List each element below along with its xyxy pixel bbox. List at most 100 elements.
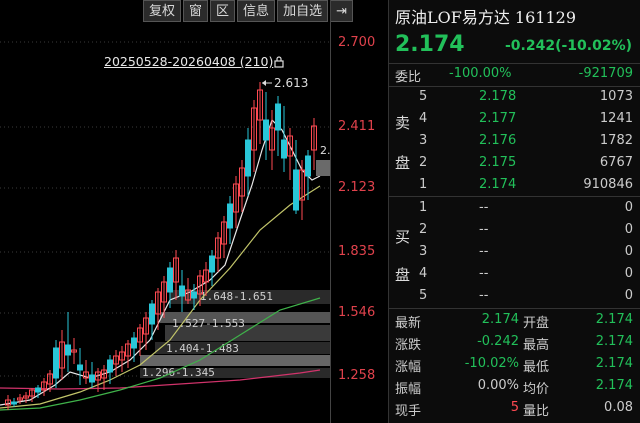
bid-level-row-volume: 0	[624, 222, 633, 237]
stat-v2: 2.174	[595, 334, 633, 349]
bid-level-row-volume: 0	[624, 288, 633, 303]
candle-body	[179, 285, 185, 297]
price-change: -0.242(-10.02%)	[504, 38, 632, 54]
ask-level-row-volume: 1782	[599, 133, 633, 148]
ask-level-row-volume: 910846	[583, 177, 633, 192]
stat-v1: -10.02%	[464, 356, 519, 371]
stat-row: 最新 2.174 开盘 2.174	[389, 310, 640, 331]
candle-body	[281, 139, 287, 159]
kline-chart-pane[interactable]: 复权 窗 区 信息 加自选 ⇥ 20250528-20260408 (210) …	[0, 0, 386, 423]
weibi-pct: -100.00%	[449, 66, 512, 81]
bid-level-row-volume: 0	[624, 200, 633, 215]
ask-level-row-price: 2.176	[479, 133, 517, 148]
bid-level-row-level: 5	[419, 288, 428, 303]
candle-body	[209, 255, 215, 273]
stat-v2: 2.174	[595, 378, 633, 393]
stat-v1: 0.00%	[477, 378, 519, 393]
quote-panel: 原油LOF易方达 161129 2.174 -0.242(-10.02%) 委比…	[388, 0, 640, 423]
high-marker-label: 2.613	[274, 76, 308, 90]
stat-l1: 振幅	[395, 382, 422, 397]
bid-level-row-volume: 0	[624, 244, 633, 259]
ask-level-row[interactable]: 5 2.178 1073	[389, 87, 640, 108]
stat-v2: 2.174	[595, 356, 633, 371]
stat-l2: 最低	[523, 360, 550, 375]
last-price: 2.174	[395, 32, 465, 57]
ask-level-row-level: 4	[419, 111, 428, 126]
bid-level-row[interactable]: 4 -- 0	[389, 264, 640, 285]
candle-body	[275, 103, 281, 131]
ask-level-row-volume: 1241	[599, 111, 633, 126]
security-title: 原油LOF易方达 161129	[395, 8, 577, 27]
candlestick-plot[interactable]: 1.648-1.651 1.527-1.553 1.404-1.483 1.29…	[0, 0, 330, 423]
price-axis-label: 1.258	[338, 368, 376, 383]
ask-level-row-volume: 6767	[599, 155, 633, 170]
stat-l1: 现手	[395, 404, 422, 419]
stat-v2: 2.174	[595, 312, 633, 327]
stat-l1: 涨幅	[395, 360, 422, 375]
stat-l2: 量比	[523, 404, 550, 419]
ask-level-row-volume: 1073	[599, 89, 633, 104]
candle-body	[263, 119, 269, 141]
bid-level-row-level: 1	[419, 200, 428, 215]
bid-level-row-level: 2	[419, 222, 428, 237]
bid-level-row-price: --	[479, 266, 489, 281]
bid-level-row[interactable]: 3 -- 0	[389, 242, 640, 263]
bid-level-row[interactable]: 1 -- 0	[389, 198, 640, 219]
ask-level-row-price: 2.175	[479, 155, 517, 170]
stat-row: 涨幅 -10.02% 最低 2.174	[389, 354, 640, 375]
bid-level-row-price: --	[479, 222, 489, 237]
candle-body	[35, 387, 41, 393]
stat-v2: 0.08	[604, 400, 633, 415]
stat-row: 振幅 0.00% 均价 2.174	[389, 376, 640, 397]
edge-value-label: 2.	[320, 144, 330, 157]
stat-row: 现手 5 量比 0.08	[389, 398, 640, 419]
price-cursor-box	[316, 160, 330, 176]
price-axis-label: 1.835	[338, 244, 376, 259]
price-axis-label: 2.411	[338, 119, 376, 134]
stat-v1: 5	[510, 400, 519, 415]
stat-l1: 涨跌	[395, 338, 422, 353]
stat-l2: 开盘	[523, 316, 550, 331]
stat-v1: -0.242	[477, 334, 519, 349]
range-label: 1.296-1.345	[142, 366, 215, 379]
candle-body	[293, 169, 299, 211]
ask-level-row[interactable]: 4 2.177 1241	[389, 109, 640, 130]
candle-body	[191, 291, 197, 299]
stat-l2: 最高	[523, 338, 550, 353]
ask-level-row-price: 2.174	[479, 177, 517, 192]
candle-body	[89, 374, 95, 383]
ask-level-row-price: 2.177	[479, 111, 517, 126]
candle-body	[167, 267, 173, 293]
ask-level-row[interactable]: 3 2.176 1782	[389, 131, 640, 152]
price-axis-label: 2.123	[338, 180, 376, 195]
candle-body	[227, 203, 233, 229]
bid-level-row[interactable]: 5 -- 0	[389, 286, 640, 307]
stat-row: 涨跌 -0.242 最高 2.174	[389, 332, 640, 353]
candle-body	[245, 139, 251, 177]
candle-body	[65, 344, 71, 356]
price-axis-label: 2.700	[338, 35, 376, 50]
bid-level-row-price: --	[479, 288, 489, 303]
range-label: 1.404-1.483	[166, 342, 239, 355]
range-label: 1.648-1.651	[200, 290, 273, 303]
bid-level-row-price: --	[479, 244, 489, 259]
ask-level-row-price: 2.178	[479, 89, 517, 104]
candle-body	[107, 359, 113, 373]
ask-level-row-level: 2	[419, 155, 428, 170]
bid-level-row-price: --	[479, 200, 489, 215]
axis-divider	[330, 0, 331, 423]
bid-level-row[interactable]: 2 -- 0	[389, 220, 640, 241]
weibi-label: 委比	[395, 70, 422, 85]
weibi-diff: -921709	[578, 66, 633, 81]
range-zone-band	[140, 355, 330, 366]
candle-body	[11, 401, 17, 405]
stat-l2: 均价	[523, 382, 550, 397]
price-axis-label: 1.546	[338, 305, 376, 320]
ask-level-row-level: 3	[419, 133, 428, 148]
candle-body	[131, 337, 137, 349]
candle-body	[77, 364, 83, 371]
ask-level-row[interactable]: 2 2.175 6767	[389, 153, 640, 174]
candle-body	[149, 303, 155, 325]
ask-level-row[interactable]: 1 2.174 910846	[389, 175, 640, 196]
bid-level-row-level: 4	[419, 266, 428, 281]
